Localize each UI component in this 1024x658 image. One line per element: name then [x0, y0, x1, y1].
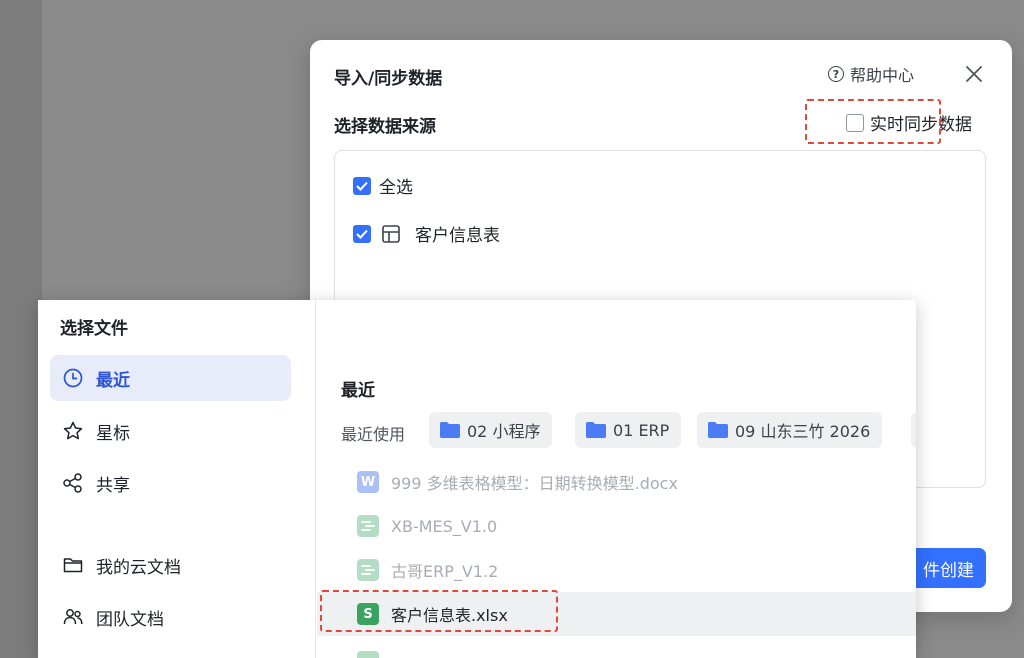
folder-chip-label: 01 ERP	[613, 420, 670, 440]
nav-item-my-docs[interactable]: 我的云文档	[50, 542, 291, 588]
help-icon: ?	[828, 66, 844, 82]
file-picker-main: 最近 最近使用 02 小程序 01 ERP 09 山东三竹 2026 W 999…	[317, 300, 916, 658]
checkbox-unchecked-icon	[846, 113, 864, 132]
help-center-link[interactable]: ? 帮助中心	[828, 62, 914, 86]
folder-chip-label: 02 小程序	[467, 422, 541, 441]
help-center-label: 帮助中心	[850, 66, 915, 85]
folder-chip-overflow[interactable]	[911, 412, 916, 448]
nav-item-team-docs[interactable]: 团队文档	[50, 594, 291, 640]
table-item-label: 客户信息表	[415, 226, 500, 246]
checkbox-checked-icon	[353, 176, 371, 195]
file-name: 古哥ERP_V1.2	[391, 562, 499, 581]
folder-icon	[708, 422, 728, 438]
folder-outline-icon	[63, 558, 83, 573]
nav-my-docs-label: 我的云文档	[96, 557, 181, 578]
file-row: 古哥ERP_V1.2	[317, 548, 916, 592]
nav-shared-label: 共享	[96, 475, 130, 496]
create-button[interactable]: 件创建	[910, 548, 986, 588]
realtime-sync-label: 实时同步数据	[870, 115, 972, 135]
nav-item-shared[interactable]: 共享	[50, 460, 291, 506]
close-button[interactable]	[962, 62, 986, 86]
folder-chip[interactable]: 09 山东三竹 2026	[697, 412, 883, 448]
share-icon	[63, 473, 82, 493]
folder-chip-label: 09 山东三竹 2026	[735, 422, 871, 441]
dialog-title: 导入/同步数据	[334, 69, 443, 89]
file-name: 客户信息表.xlsx	[391, 606, 508, 625]
file-row-selected[interactable]: S 客户信息表.xlsx	[317, 592, 916, 636]
word-icon: W	[357, 471, 379, 493]
realtime-sync-checkbox[interactable]: 实时同步数据	[846, 110, 972, 135]
data-source-label: 选择数据来源	[334, 117, 436, 137]
recent-section-title: 最近	[341, 381, 375, 401]
base-icon	[357, 515, 379, 537]
star-icon	[63, 421, 83, 440]
file-row-partial	[317, 640, 916, 658]
folder-icon	[440, 422, 460, 438]
folder-icon	[586, 422, 606, 438]
sheet-icon: S	[357, 603, 379, 625]
create-button-label: 件创建	[923, 560, 974, 581]
file-picker-sidebar: 选择文件 最近 星标 共享 我的云文档 团队文档	[38, 300, 316, 658]
nav-recent-label: 最近	[96, 370, 130, 391]
file-picker-dialog: 选择文件 最近 星标 共享 我的云文档 团队文档 最近 最近使用 02 小程序 …	[38, 300, 916, 658]
clock-icon	[63, 368, 83, 388]
file-row: XB-MES_V1.0	[317, 504, 916, 548]
nav-item-starred[interactable]: 星标	[50, 408, 291, 454]
table-item-checkbox[interactable]: 客户信息表	[353, 221, 500, 246]
file-row: W 999 多维表格模型：日期转换模型.docx	[317, 460, 916, 504]
base-icon	[357, 559, 379, 581]
team-icon	[63, 609, 83, 625]
nav-team-docs-label: 团队文档	[96, 609, 164, 630]
base-icon	[357, 651, 379, 658]
select-all-checkbox[interactable]: 全选	[353, 173, 413, 198]
background-strip	[0, 0, 42, 658]
recent-used-label: 最近使用	[341, 425, 406, 444]
file-name: 999 多维表格模型：日期转换模型.docx	[391, 474, 678, 493]
checkbox-checked-icon	[353, 224, 371, 243]
file-picker-title: 选择文件	[60, 319, 128, 339]
file-name: XB-MES_V1.0	[391, 516, 498, 536]
nav-starred-label: 星标	[96, 423, 130, 444]
folder-chip[interactable]: 01 ERP	[575, 412, 682, 448]
nav-item-recent[interactable]: 最近	[50, 355, 291, 401]
close-icon	[966, 66, 982, 82]
select-all-label: 全选	[379, 178, 413, 198]
table-icon	[382, 224, 400, 243]
folder-chip[interactable]: 02 小程序	[429, 412, 553, 448]
